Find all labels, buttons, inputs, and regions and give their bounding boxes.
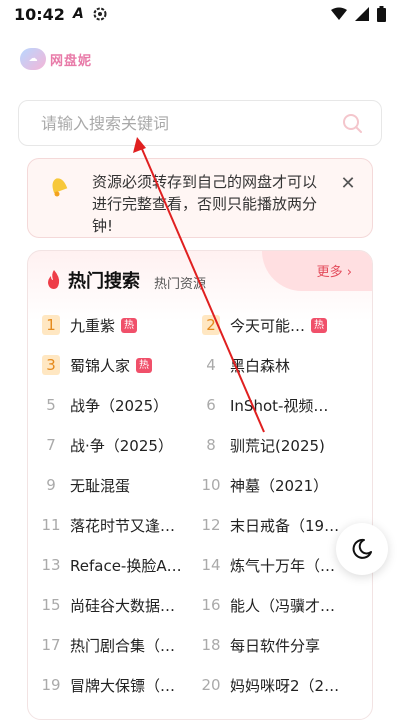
rank-number: 7: [46, 436, 56, 454]
a-icon: A: [72, 6, 84, 22]
rank-number: 10: [201, 476, 221, 494]
hot-search-item[interactable]: 3 蜀锦人家热: [42, 345, 202, 385]
dark-mode-toggle[interactable]: [336, 523, 388, 575]
hot-search-item[interactable]: 1 九重紫热: [42, 305, 202, 345]
hot-search-item[interactable]: 6 InShot-视频…: [202, 385, 362, 425]
item-title: 蜀锦人家: [70, 356, 131, 375]
rank-number: 18: [201, 636, 221, 654]
item-title: 黑白森林: [230, 356, 291, 375]
close-icon[interactable]: ✕: [338, 175, 358, 195]
battery-icon: [377, 6, 386, 22]
hot-search-item[interactable]: 19 冒牌大保镖（…: [41, 665, 202, 705]
item-title: 落花时节又逢…: [70, 516, 176, 535]
item-title: 热门剧合集（…: [70, 636, 176, 655]
hot-search-item[interactable]: 5 战争（2025）: [42, 385, 202, 425]
hot-search-panel: 热门搜索 热门资源 更多 › 1 九重紫热 2 今天可能… 热 3 蜀锦人家热 4 黑白森林 5 战…: [27, 250, 373, 720]
item-title: 尚硅谷大数据…: [70, 596, 176, 615]
item-title: 九重紫: [70, 316, 116, 335]
hot-search-subtitle: 热门资源: [154, 276, 207, 292]
rank-number: 12: [201, 516, 221, 534]
item-title: 战·争（2025）: [70, 436, 173, 455]
hot-search-item[interactable]: 10 神墓（2021）: [201, 465, 362, 505]
flame-icon: [48, 270, 60, 289]
wifi-icon: [331, 7, 347, 20]
rank-number: 14: [201, 556, 221, 574]
item-title: 今天可能…: [230, 316, 306, 335]
hot-search-item[interactable]: 17 热门剧合集（…: [41, 625, 202, 665]
hot-search-item[interactable]: 15 尚硅谷大数据…: [41, 585, 202, 625]
hot-search-item[interactable]: 9 无耻混蛋: [42, 465, 202, 505]
hot-search-item[interactable]: 20 妈妈咪呀2（2…: [201, 665, 362, 705]
item-title: 每日软件分享: [230, 636, 321, 655]
hot-search-item[interactable]: 16 能人（冯骥才…: [201, 585, 362, 625]
rank-number: 11: [41, 516, 61, 534]
app-logo: ☁ 网盘妮: [20, 48, 92, 70]
gear-icon: [93, 7, 107, 21]
item-title: 能人（冯骥才…: [230, 596, 336, 615]
rank-number: 4: [206, 356, 216, 374]
hot-search-item[interactable]: 2 今天可能… 热: [202, 305, 362, 345]
logo-cloud-icon: ☁: [20, 48, 46, 70]
item-title: 神墓（2021）: [230, 476, 329, 495]
rank-number: 20: [201, 676, 221, 694]
notice-text: 资源必须转存到自己的网盘才可以进行完整查看，否则只能播放两分钟!: [92, 173, 318, 235]
status-time: 10:42: [14, 4, 65, 24]
search-input[interactable]: [39, 112, 341, 134]
rank-number: 2: [202, 315, 220, 335]
hot-search-list: 1 九重紫热 2 今天可能… 热 3 蜀锦人家热 4 黑白森林 5 战争（2025） 6 InShot-…: [41, 305, 362, 705]
rank-number: 13: [41, 556, 61, 574]
hot-search-item[interactable]: 11 落花时节又逢…: [41, 505, 202, 545]
logo-text: 网盘妮: [50, 53, 93, 69]
item-title: 驯荒记(2025): [230, 436, 325, 455]
hot-search-item[interactable]: 7 战·争（2025）: [42, 425, 202, 465]
item-title: 无耻混蛋: [70, 476, 131, 495]
notice-banner: 资源必须转存到自己的网盘才可以进行完整查看，否则只能播放两分钟! ✕: [27, 158, 373, 238]
item-title: 冒牌大保镖（…: [70, 676, 176, 695]
item-title: InShot-视频…: [230, 396, 329, 415]
hot-search-item[interactable]: 8 驯荒记(2025): [202, 425, 362, 465]
rank-number: 19: [41, 676, 61, 694]
rank-number: 1: [42, 315, 60, 335]
signal-icon: [355, 7, 369, 21]
hot-search-item[interactable]: 18 每日软件分享: [201, 625, 362, 665]
moon-icon: [352, 538, 372, 559]
hot-badge: 热: [121, 317, 138, 333]
rank-number: 16: [201, 596, 221, 614]
rank-number: 15: [41, 596, 61, 614]
rank-number: 6: [206, 396, 216, 414]
rank-number: 8: [206, 436, 216, 454]
hot-search-title: 热门搜索: [68, 271, 140, 292]
hot-badge: 热: [136, 357, 153, 373]
bell-icon: [52, 178, 68, 197]
item-title: 妈妈咪呀2（2…: [230, 676, 340, 695]
item-title: 末日戒备（19…: [230, 516, 340, 535]
search-bar[interactable]: [18, 100, 382, 146]
hot-badge: 热: [311, 317, 328, 333]
item-title: Reface-换脸A…: [70, 556, 182, 575]
search-icon[interactable]: [341, 112, 363, 134]
item-title: 炼气十万年（…: [230, 556, 336, 575]
rank-number: 9: [46, 476, 56, 494]
item-title: 战争（2025）: [70, 396, 169, 415]
hot-search-item[interactable]: 13 Reface-换脸A…: [41, 545, 202, 585]
status-bar: 10:42 A: [0, 0, 400, 28]
more-link[interactable]: 更多 ›: [317, 261, 352, 280]
hot-search-item[interactable]: 4 黑白森林: [202, 345, 362, 385]
rank-number: 5: [46, 396, 56, 414]
rank-number: 3: [42, 355, 60, 375]
rank-number: 17: [41, 636, 61, 654]
